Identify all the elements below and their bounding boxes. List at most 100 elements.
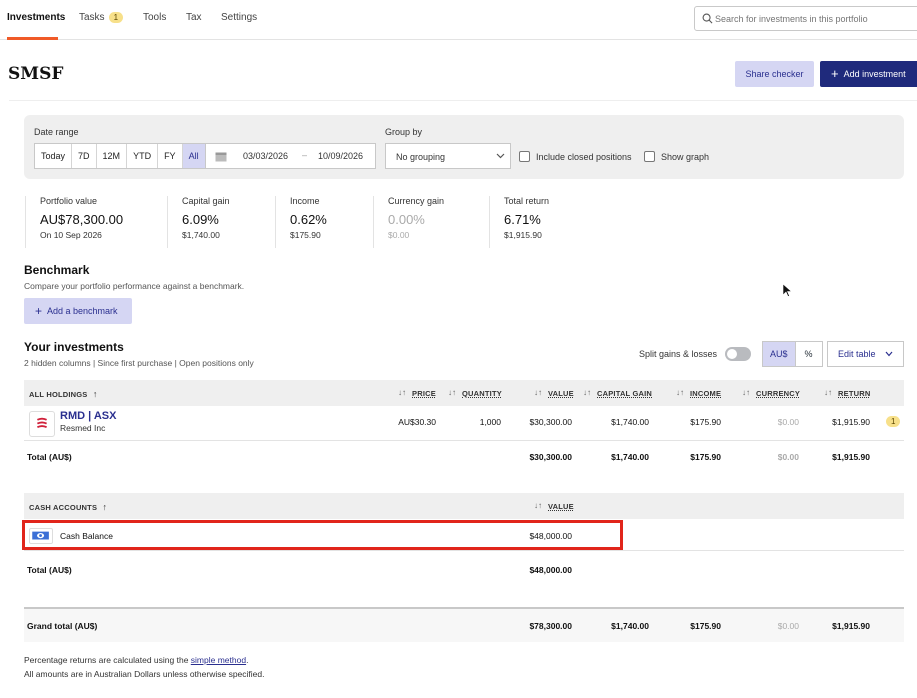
include-closed-label: Include closed positions [536, 152, 632, 162]
chevron-down-icon [885, 351, 893, 357]
group-by-select[interactable]: No grouping [385, 143, 511, 169]
unit-aud-button[interactable]: AU$ [763, 342, 796, 366]
add-investment-button[interactable]: + Add investment [820, 61, 917, 87]
sort-icon[interactable]: ↓↑ [398, 388, 406, 397]
col-cash-accounts-label: CASH ACCOUNTS [29, 503, 98, 512]
date-from[interactable]: 03/03/2026 [243, 151, 288, 161]
sort-icon[interactable]: ↓↑ [534, 501, 542, 510]
stat-heading: Total return [504, 196, 550, 206]
range-12m-button[interactable]: 12M [97, 144, 128, 168]
resmed-logo [29, 411, 55, 437]
add-benchmark-label: Add a benchmark [47, 306, 118, 316]
holding-value: $30,300.00 [529, 417, 572, 427]
sort-icon[interactable]: ↓↑ [824, 388, 832, 397]
sort-icon[interactable]: ↓↑ [742, 388, 750, 397]
share-checker-button[interactable]: Share checker [735, 61, 814, 87]
stat-heading: Currency gain [388, 196, 445, 206]
holding-return: $1,915.90 [832, 417, 870, 427]
calendar-icon [215, 152, 227, 162]
col-cash-value[interactable]: VALUE [548, 502, 574, 511]
sort-icon[interactable]: ↓↑ [676, 388, 684, 397]
benchmark-subtitle: Compare your portfolio performance again… [24, 281, 245, 291]
holdings-total-income: $175.90 [690, 452, 721, 462]
edit-table-button[interactable]: Edit table [827, 341, 904, 367]
date-range-buttons: Today 7D 12M YTD FY All [34, 143, 206, 169]
show-graph-label: Show graph [661, 152, 710, 162]
holding-name: Resmed Inc [60, 423, 106, 433]
range-today-button[interactable]: Today [35, 144, 73, 168]
holding-quantity: 1,000 [479, 417, 501, 427]
tab-tools[interactable]: Tools [143, 12, 166, 23]
sort-icon[interactable]: ↓↑ [534, 388, 542, 397]
tasks-count-badge: 1 [108, 12, 124, 23]
holdings-total-currency: $0.00 [777, 452, 799, 462]
tab-tasks[interactable]: Tasks 1 [79, 12, 124, 23]
stat-value: 6.71% [504, 212, 541, 227]
unit-toggle: AU$ % [762, 341, 823, 367]
holdings-total-capital-gain: $1,740.00 [611, 452, 649, 462]
tab-investments[interactable]: Investments [7, 12, 65, 23]
col-return[interactable]: RETURN [838, 389, 870, 398]
cash-total-label: Total (AU$) [27, 565, 72, 575]
row-divider [24, 440, 904, 441]
cash-table-header: CASH ACCOUNTS ↑ ↓↑ VALUE [24, 493, 904, 519]
holdings-table-header: ALL HOLDINGS ↑ ↓↑ PRICE ↓↑ QUANTITY ↓↑ V… [24, 380, 904, 406]
holding-price: AU$30.30 [398, 417, 436, 427]
col-quantity[interactable]: QUANTITY [462, 389, 502, 398]
col-value[interactable]: VALUE [548, 389, 574, 398]
tab-tasks-label: Tasks [79, 12, 105, 23]
footer-suffix: . [246, 655, 249, 665]
include-closed-checkbox[interactable] [519, 151, 530, 162]
split-gains-label: Split gains & losses [639, 349, 718, 359]
col-currency[interactable]: CURRENCY [756, 389, 800, 398]
grand-total-return: $1,915.90 [832, 621, 870, 631]
active-tab-indicator [7, 37, 58, 40]
date-range-picker[interactable]: 03/03/2026 – 10/09/2026 [205, 143, 376, 169]
sort-up-icon: ↑ [102, 502, 108, 512]
date-range-label: Date range [34, 127, 79, 137]
grand-total-value: $78,300.00 [529, 621, 572, 631]
tab-settings[interactable]: Settings [221, 12, 257, 23]
stat-value: 6.09% [182, 212, 219, 227]
cash-balance-highlight [22, 520, 623, 550]
tab-tax[interactable]: Tax [186, 12, 202, 23]
range-fy-button[interactable]: FY [158, 144, 183, 168]
col-cash-accounts[interactable]: CASH ACCOUNTS ↑ [29, 502, 107, 512]
split-gains-toggle[interactable] [725, 347, 751, 361]
page-title: SMSF [8, 64, 64, 84]
search-input[interactable] [715, 10, 915, 28]
sort-icon[interactable]: ↓↑ [448, 388, 456, 397]
simple-method-link[interactable]: simple method [191, 655, 246, 665]
col-price[interactable]: PRICE [412, 389, 436, 398]
stat-capital-gain: Capital gain 6.09% $1,740.00 [167, 196, 275, 248]
footer-prefix: Percentage returns are calculated using … [24, 655, 191, 665]
stat-sub: On 10 Sep 2026 [40, 230, 102, 240]
top-nav: Investments Tasks 1 Tools Tax Settings [0, 0, 917, 40]
holding-task-badge[interactable]: 1 [886, 416, 901, 427]
unit-percent-button[interactable]: % [796, 342, 822, 366]
grand-total-capital-gain: $1,740.00 [611, 621, 649, 631]
holding-code-link[interactable]: RMD | ASX [60, 410, 116, 422]
range-all-button[interactable]: All [182, 144, 205, 168]
show-graph-checkbox[interactable] [644, 151, 655, 162]
col-all-holdings[interactable]: ALL HOLDINGS ↑ [29, 389, 98, 399]
grand-total-label: Grand total (AU$) [27, 621, 98, 631]
add-benchmark-button[interactable]: + Add a benchmark [24, 298, 132, 324]
date-to[interactable]: 10/09/2026 [318, 151, 363, 161]
toggle-knob [727, 349, 737, 359]
range-7d-button[interactable]: 7D [72, 144, 97, 168]
col-income[interactable]: INCOME [690, 389, 721, 398]
edit-table-label: Edit table [838, 349, 876, 359]
search-box[interactable] [694, 6, 917, 31]
stat-sub: $1,740.00 [182, 230, 220, 240]
col-capital-gain[interactable]: CAPITAL GAIN [597, 389, 652, 398]
grand-total-row [24, 609, 904, 642]
holding-income: $175.90 [690, 417, 721, 427]
holdings-total-return: $1,915.90 [832, 452, 870, 462]
group-by-value: No grouping [396, 152, 446, 162]
range-ytd-button[interactable]: YTD [127, 144, 159, 168]
add-investment-label: Add investment [843, 69, 906, 79]
sort-icon[interactable]: ↓↑ [583, 388, 591, 397]
stat-value: 0.62% [290, 212, 327, 227]
plus-icon: + [831, 66, 839, 81]
